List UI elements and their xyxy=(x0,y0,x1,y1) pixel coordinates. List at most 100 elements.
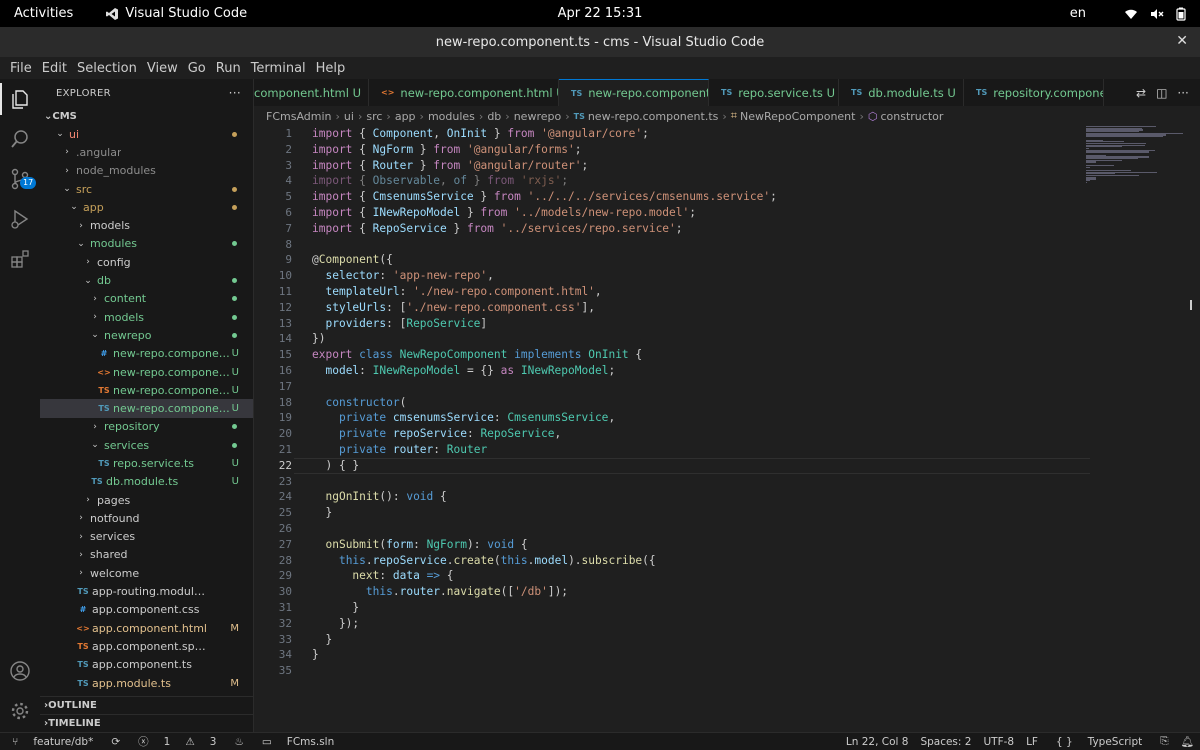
breadcrumb-item[interactable]: constructor xyxy=(880,110,943,123)
code-line[interactable]: } xyxy=(312,632,1092,648)
editor-tab[interactable]: component.html U xyxy=(254,79,369,106)
tree-file[interactable]: TS app.component.ts xyxy=(40,656,253,674)
code-line[interactable]: }) xyxy=(312,331,1092,347)
breadcrumb-item[interactable]: ui xyxy=(344,110,354,123)
run-debug-icon[interactable] xyxy=(8,207,32,231)
encoding[interactable]: UTF-8 xyxy=(977,735,1020,748)
code-line[interactable]: this.router.navigate(['/db']); xyxy=(312,584,1092,600)
extensions-icon[interactable] xyxy=(8,247,32,271)
code-line[interactable] xyxy=(312,474,1092,490)
clock[interactable]: Apr 22 15:31 xyxy=(558,6,643,21)
editor-tab[interactable]: TS repository.componen xyxy=(964,79,1104,106)
code-line[interactable]: templateUrl: './new-repo.component.html'… xyxy=(312,284,1092,300)
editor-tab[interactable]: TSnew-repo.component.ts U✕ xyxy=(559,79,709,106)
tree-folder[interactable]: ⌄ src xyxy=(40,180,253,198)
account-icon[interactable] xyxy=(8,659,32,683)
cursor-position[interactable]: Ln 22, Col 8 xyxy=(840,735,915,748)
code-line[interactable]: ngOnInit(): void { xyxy=(312,489,1092,505)
tree-folder[interactable]: › .angular xyxy=(40,143,253,161)
line-ending[interactable]: LF xyxy=(1020,735,1044,748)
close-window-button[interactable]: ✕ xyxy=(1176,33,1188,49)
code-line[interactable]: import { CmsenumsService } from '../../.… xyxy=(312,189,1092,205)
tree-folder[interactable]: › notfound xyxy=(40,509,253,527)
code-line[interactable]: constructor( xyxy=(312,395,1092,411)
menu-run[interactable]: Run xyxy=(211,61,246,76)
breadcrumb-item[interactable]: FCmsAdmin xyxy=(266,110,332,123)
branch-status[interactable]: ⑂ feature/db* xyxy=(0,736,105,748)
tree-folder[interactable]: › pages xyxy=(40,491,253,509)
code-line[interactable]: } xyxy=(312,600,1092,616)
menu-go[interactable]: Go xyxy=(183,61,211,76)
problems-status[interactable]: ⓧ 1 ⚠ 3 xyxy=(126,734,228,749)
tree-folder[interactable]: ⌄ db xyxy=(40,271,253,289)
search-icon[interactable] xyxy=(8,127,32,151)
code-line[interactable]: onSubmit(form: NgForm): void { xyxy=(312,537,1092,553)
tree-folder[interactable]: › services xyxy=(40,528,253,546)
app-menu[interactable]: Visual Studio Code xyxy=(105,6,247,21)
breadcrumb-item[interactable]: app xyxy=(395,110,416,123)
indentation[interactable]: Spaces: 2 xyxy=(914,735,977,748)
tree-file[interactable]: <> new-repo.componen... U xyxy=(40,363,253,381)
code-line[interactable]: next: data => { xyxy=(312,568,1092,584)
tree-file[interactable]: TS app-routing.module.ts xyxy=(40,582,253,600)
tree-file[interactable]: TS new-repo.componen... U xyxy=(40,381,253,399)
tree-file[interactable]: TS new-repo.componen... U xyxy=(40,399,253,418)
explorer-icon[interactable] xyxy=(8,87,32,111)
tree-file[interactable]: # new-repo.componen... U xyxy=(40,345,253,363)
battery-icon[interactable] xyxy=(1176,7,1186,21)
outline-section[interactable]: › OUTLINE xyxy=(40,696,254,714)
tree-folder[interactable]: › content xyxy=(40,290,253,308)
menu-view[interactable]: View xyxy=(142,61,183,76)
breadcrumb-item[interactable]: src xyxy=(366,110,382,123)
split-editor-icon[interactable]: ◫ xyxy=(1156,86,1167,100)
breadcrumb-item[interactable]: newrepo xyxy=(514,110,562,123)
code-line[interactable]: import { Router } from '@angular/router'… xyxy=(312,158,1092,174)
tree-file[interactable]: # app.component.css xyxy=(40,601,253,619)
code-line[interactable] xyxy=(312,379,1092,395)
code-line[interactable]: @Component({ xyxy=(312,252,1092,268)
tree-folder[interactable]: › node_modules xyxy=(40,162,253,180)
tree-folder[interactable]: › repository xyxy=(40,418,253,436)
manage-gear-icon[interactable] xyxy=(8,699,32,723)
editor-tab[interactable]: TS db.module.ts U xyxy=(839,79,964,106)
code-line[interactable] xyxy=(312,663,1092,679)
code-line[interactable]: export class NewRepoComponent implements… xyxy=(312,347,1092,363)
tree-file[interactable]: TS db.module.ts U xyxy=(40,473,253,491)
language-mode[interactable]: { } TypeScript xyxy=(1044,735,1154,748)
code-line[interactable]: providers: [RepoService] xyxy=(312,316,1092,332)
menu-selection[interactable]: Selection xyxy=(72,61,142,76)
wifi-icon[interactable] xyxy=(1124,8,1138,20)
timeline-section[interactable]: › TIMELINE xyxy=(40,714,254,732)
tree-folder[interactable]: ⌄ app xyxy=(40,198,253,216)
tree-file[interactable]: TS repo.service.ts U xyxy=(40,454,253,472)
tree-folder[interactable]: › welcome xyxy=(40,564,253,582)
editor-tab[interactable]: TS repo.service.ts U xyxy=(709,79,839,106)
editor-tab[interactable]: <> new-repo.component.html U xyxy=(369,79,559,106)
code-line[interactable]: import { Observable, of } from 'rxjs'; xyxy=(312,173,1092,189)
tree-folder[interactable]: › models xyxy=(40,216,253,234)
code-text[interactable]: import { Component, OnInit } from '@angu… xyxy=(312,126,1092,679)
tree-folder[interactable]: ⌄ newrepo xyxy=(40,326,253,344)
solution-status[interactable]: ▭ FCms.sln xyxy=(250,736,346,748)
code-line[interactable]: selector: 'app-new-repo', xyxy=(312,268,1092,284)
tree-file[interactable]: TS app.component.spec.ts xyxy=(40,637,253,655)
tree-folder[interactable]: ⌄ modules xyxy=(40,235,253,253)
flame-icon[interactable]: ♨ xyxy=(228,736,249,748)
tree-file[interactable]: <> app.component.html M xyxy=(40,619,253,637)
code-line[interactable]: this.repoService.create(this.model).subs… xyxy=(312,553,1092,569)
code-line[interactable]: private router: Router xyxy=(312,442,1092,458)
breadcrumb-item[interactable]: db xyxy=(487,110,501,123)
feedback-icon[interactable]: ⎘ xyxy=(1154,735,1174,748)
workspace-root[interactable]: ⌄ CMS xyxy=(40,107,253,125)
breadcrumb-item[interactable]: new-repo.component.ts xyxy=(588,110,719,123)
code-line[interactable]: ) { } xyxy=(312,458,1092,474)
explorer-more-actions-button[interactable]: ··· xyxy=(229,86,241,100)
tree-folder[interactable]: ⌄ services xyxy=(40,436,253,454)
menu-file[interactable]: File xyxy=(5,61,37,76)
minimap[interactable] xyxy=(1086,126,1186,186)
code-line[interactable] xyxy=(312,237,1092,253)
sync-icon[interactable]: ⟳ xyxy=(105,736,126,748)
menu-terminal[interactable]: Terminal xyxy=(246,61,311,76)
breadcrumb-item[interactable]: modules xyxy=(428,110,475,123)
compare-changes-icon[interactable]: ⇄ xyxy=(1136,86,1146,100)
